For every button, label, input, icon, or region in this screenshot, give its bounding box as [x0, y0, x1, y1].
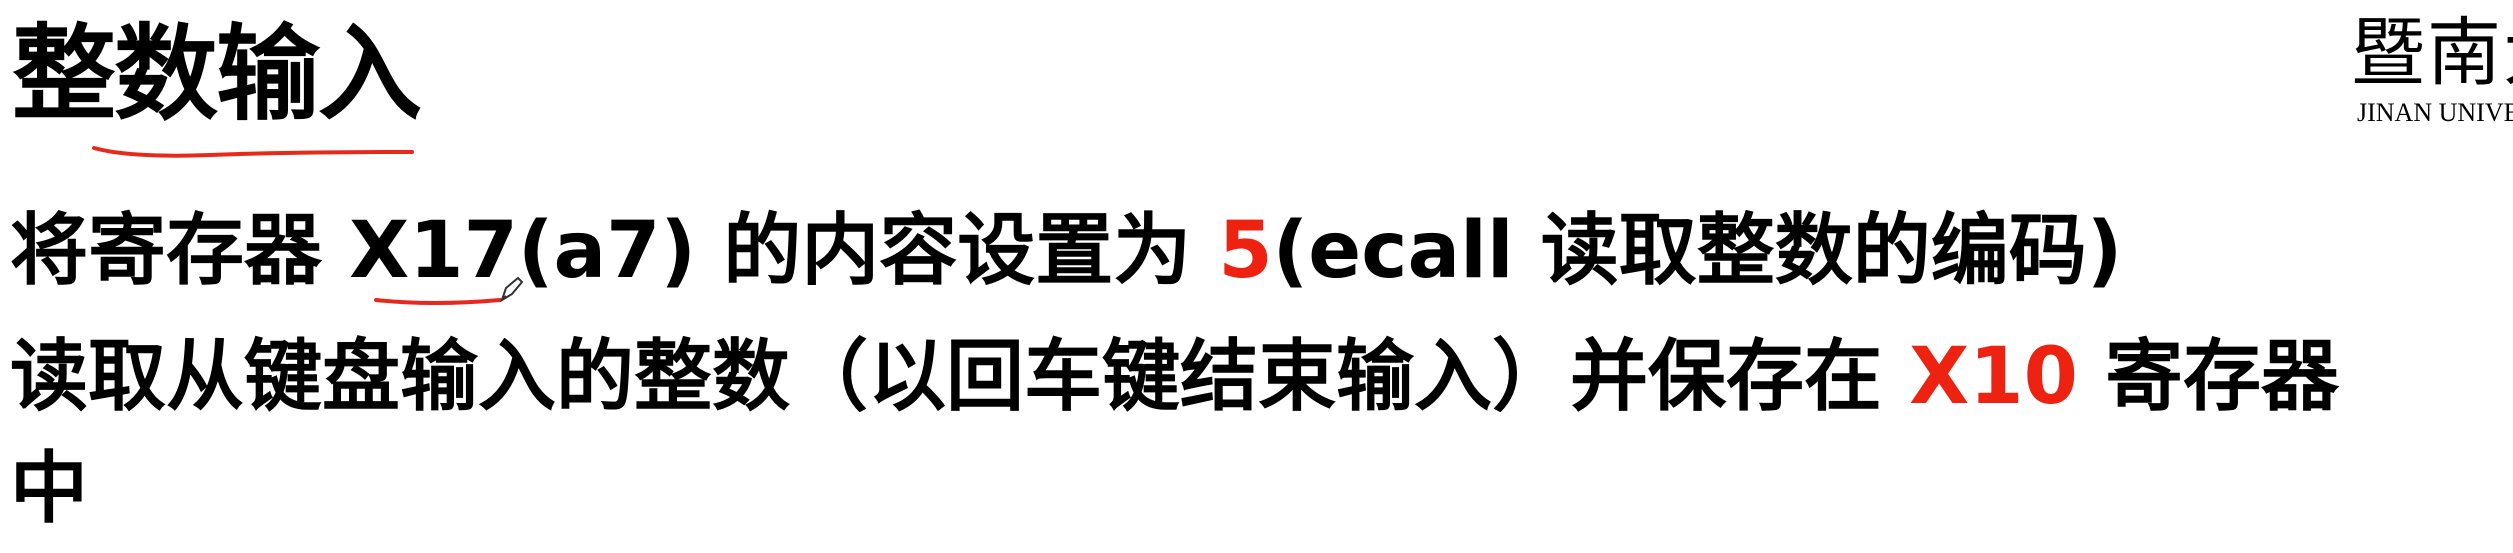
university-logo: 暨南大学 JINAN UNIVERSITY: [2345, 8, 2513, 128]
logo-chinese-text: 暨南大学: [2351, 10, 2513, 96]
pen-cursor-icon: [500, 276, 524, 303]
abi-name-a7: (a7): [517, 206, 697, 296]
logo-english-text: JINAN UNIVERSITY: [2357, 98, 2513, 127]
line1-prefix: 将寄存器: [10, 206, 350, 296]
ecall-code-value: 5: [1218, 206, 1273, 296]
instruction-line-1: 将寄存器 X17(a7) 的内容设置为 5(ecall 读取整数的编码): [10, 212, 2122, 290]
instruction-line-2: 读取从键盘输入的整数（以回车键结束输入）并保存在 X10 寄存器: [10, 338, 2339, 416]
line2-suffix: 寄存器: [2077, 332, 2340, 422]
line1-suffix: (ecall 读取整数的编码): [1272, 206, 2123, 296]
title-underline-annotation: [92, 146, 414, 158]
slide-title: 整数输入: [12, 13, 422, 135]
line1-middle: 的内容设置为: [696, 206, 1219, 296]
line2-prefix: 读取从键盘输入的整数（以回车键结束输入）并保存在: [10, 332, 1910, 422]
instruction-line-3: 中: [10, 444, 89, 534]
pen-annotation-underline: [374, 276, 524, 305]
register-x10: X10: [1909, 332, 2078, 422]
